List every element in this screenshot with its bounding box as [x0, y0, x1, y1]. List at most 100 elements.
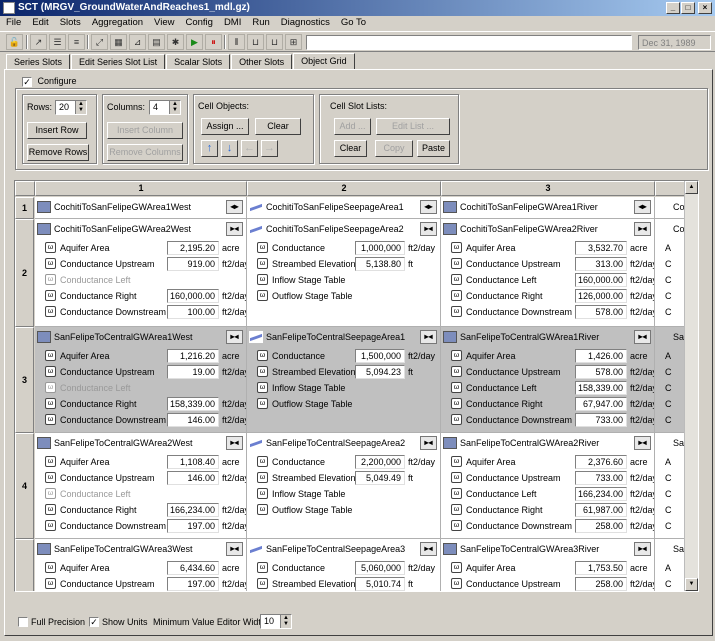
slot-row[interactable]: ω Conductance Right 166,234.00 ft2/day — [45, 503, 246, 518]
collapse-icon[interactable]: ▸◂ — [420, 542, 437, 556]
run-icon[interactable]: ✱ — [167, 34, 184, 50]
object-name[interactable]: SanFelipeToCentralGWArea2West — [54, 438, 193, 448]
object-name[interactable]: SanFelipeToCentralSeepageArea2 — [266, 438, 405, 448]
collapse-icon[interactable]: ▸◂ — [634, 542, 651, 556]
slot-row[interactable]: ω Conductance Left — [45, 273, 246, 288]
slot-row[interactable]: ω Conductance Right 158,339.00 ft2/day — [45, 397, 246, 412]
slot-row[interactable]: ω Inflow Stage Table — [257, 273, 440, 288]
grid-cell[interactable]: CochitiToSanFelipeSeepageArea1 ◂▸ — [247, 197, 441, 219]
slot-value-field[interactable]: 1,426.00 — [575, 349, 627, 363]
step-back-icon[interactable]: ⦀ — [228, 34, 245, 50]
show-units-checkbox[interactable]: ✓ — [89, 617, 99, 627]
slot-name[interactable]: Conductance Right — [466, 291, 543, 301]
slot-name[interactable]: Aquifer Area — [60, 563, 110, 573]
palette-icon[interactable]: ▦ — [110, 34, 127, 50]
menu-item-config[interactable]: Config — [179, 16, 217, 31]
slot-row[interactable]: ω Inflow Stage Table — [257, 487, 440, 502]
slot-row[interactable]: ω Conductance Left 158,339.00 ft2/day — [451, 381, 654, 396]
menu-item-slots[interactable]: Slots — [54, 16, 86, 31]
slot-value-field[interactable]: 126,000.00 — [575, 289, 627, 303]
slot-value-field[interactable]: 2,376.60 — [575, 455, 627, 469]
menu-item-dmi[interactable]: DMI — [218, 16, 246, 31]
slot-row[interactable]: ω Conductance 1,500,000 ft2/day — [257, 349, 440, 364]
slot-row[interactable]: ω Aquifer Area 1,108.40 acre — [45, 455, 246, 470]
tab-series-slots[interactable]: Series Slots — [6, 54, 71, 70]
slot-name[interactable]: Conductance Right — [466, 505, 543, 515]
move-left-icon[interactable]: ← — [241, 140, 258, 157]
configure-toggle[interactable]: ✓ Configure — [22, 76, 77, 87]
slot-value-field[interactable]: 313.00 — [575, 257, 627, 271]
expand-arrows-icon[interactable]: ◂▸ — [226, 200, 243, 214]
row-header[interactable] — [15, 539, 34, 591]
slot-name[interactable]: Outflow Stage Table — [272, 291, 352, 301]
collapse-icon[interactable]: ▸◂ — [420, 436, 437, 450]
object-name[interactable]: CochitiToSanFelipeSeepageArea2 — [266, 224, 404, 234]
slot-value-field[interactable]: 61,987.00 — [575, 503, 627, 517]
slot-row[interactable]: ω Conductance Right 126,000.00 ft2/day — [451, 289, 654, 304]
pause-icon[interactable]: ⏸ — [205, 34, 222, 50]
menu-item-diagnostics[interactable]: Diagnostics — [275, 16, 335, 31]
collapse-icon[interactable]: ▸◂ — [634, 436, 651, 450]
grid-cell[interactable]: SanFelipeToCentralGWArea1River ▸◂ ω Aquifer… — [441, 327, 655, 433]
slot-value-field[interactable]: 160,000.00 — [167, 289, 219, 303]
collapse-icon[interactable]: ▸◂ — [634, 222, 651, 236]
menu-item-edit[interactable]: Edit — [26, 16, 53, 31]
slot-value-field[interactable]: 160,000.00 — [575, 273, 627, 287]
clear-lists-button[interactable]: Clear — [334, 140, 367, 157]
min-width-stepper[interactable]: 10 ▲ ▼ — [260, 614, 292, 629]
slot-value-field[interactable]: 67,947.00 — [575, 397, 627, 411]
slot-row[interactable]: ω Outflow Stage Table — [257, 289, 440, 304]
slot-value-field[interactable]: 19.00 — [167, 365, 219, 379]
expand-arrows-icon[interactable]: ◂▸ — [420, 200, 437, 214]
slot-name[interactable]: Streambed Elevation — [272, 579, 356, 589]
slot-row[interactable]: ω Streambed Elevation 5,010.74 ft — [257, 577, 440, 591]
columns-stepper[interactable]: 4 ▲ ▼ — [149, 100, 181, 115]
slot-name[interactable]: Conductance Right — [60, 399, 137, 409]
collapse-icon[interactable]: ▸◂ — [420, 222, 437, 236]
grid-cell[interactable]: CochitiToSanFelipeGWArea2West ▸◂ ω Aquifer … — [35, 219, 247, 327]
slot-row[interactable]: ω Aquifer Area 3,532.70 acre — [451, 241, 654, 256]
slot-name[interactable]: Aquifer Area — [60, 243, 110, 253]
full-precision-checkbox[interactable] — [18, 617, 28, 627]
slot-name[interactable]: Inflow Stage Table — [272, 489, 345, 499]
slot-value-field[interactable]: 2,195.20 — [167, 241, 219, 255]
list-icon[interactable]: ≡ — [68, 34, 85, 50]
minimize-button[interactable]: _ — [666, 2, 680, 14]
slot-row[interactable]: ω Conductance Upstream 919.00 ft2/day — [45, 257, 246, 272]
slot-name[interactable]: Outflow Stage Table — [272, 505, 352, 515]
grid-cell[interactable]: SanFelipeToCentralSeepageArea3 ▸◂ ω Conduct… — [247, 539, 441, 591]
slot-value-field[interactable]: 5,060,000 — [355, 561, 405, 575]
slot-row[interactable]: ω Conductance Left — [45, 487, 246, 502]
slot-name[interactable]: Streambed Elevation — [272, 367, 356, 377]
slot-value-field[interactable]: 5,138.80 — [355, 257, 405, 271]
slot-name[interactable]: Conductance Upstream — [466, 367, 561, 377]
paste-button[interactable]: Paste — [417, 140, 450, 157]
slot-row[interactable]: ω Conductance Right 160,000.00 ft2/day — [45, 289, 246, 304]
slot-name[interactable]: Conductance Upstream — [60, 367, 155, 377]
slot-name[interactable]: Inflow Stage Table — [272, 383, 345, 393]
slot-name[interactable]: Conductance Downstream — [60, 415, 166, 425]
slot-name[interactable]: Conductance Upstream — [60, 473, 155, 483]
grid-cell[interactable]: CochitiToSanFelipeGWArea1River ◂▸ — [441, 197, 655, 219]
slot-row[interactable]: ω Conductance Downstream 146.00 ft2/day — [45, 413, 246, 428]
slot-value-field[interactable]: 733.00 — [575, 413, 627, 427]
slot-row[interactable]: ω Conductance Downstream 258.00 ft2/day — [451, 519, 654, 534]
slot-row[interactable]: ω Outflow Stage Table — [257, 397, 440, 412]
row-header[interactable]: 4 — [15, 433, 34, 539]
slot-name[interactable]: Conductance Right — [60, 291, 137, 301]
slot-name[interactable]: Conductance Downstream — [466, 521, 572, 531]
grid-cell[interactable]: SanFelipeToCentralGWArea2West ▸◂ ω Aquifer … — [35, 433, 247, 539]
slot-value-field[interactable]: 1,753.50 — [575, 561, 627, 575]
object-name[interactable]: SanFelipeToCentralGWArea1West — [54, 332, 193, 342]
menu-item-aggregation[interactable]: Aggregation — [86, 16, 148, 31]
slot-value-field[interactable]: 578.00 — [575, 365, 627, 379]
slot-row[interactable]: ω Inflow Stage Table — [257, 381, 440, 396]
scroll-down-icon[interactable]: ▼ — [685, 578, 698, 591]
insert-column-button[interactable]: Insert Column — [107, 122, 183, 139]
slot-name[interactable]: Conductance Left — [60, 489, 131, 499]
add-list-button[interactable]: Add ... — [334, 118, 371, 135]
move-up-icon[interactable]: ↑ — [201, 140, 218, 157]
slot-row[interactable]: ω Conductance Right 61,987.00 ft2/day — [451, 503, 654, 518]
object-name[interactable]: CochitiToSanFelipeGWArea2River — [460, 224, 598, 234]
slot-row[interactable]: ω Conductance Downstream 197.00 ft2/day — [45, 519, 246, 534]
